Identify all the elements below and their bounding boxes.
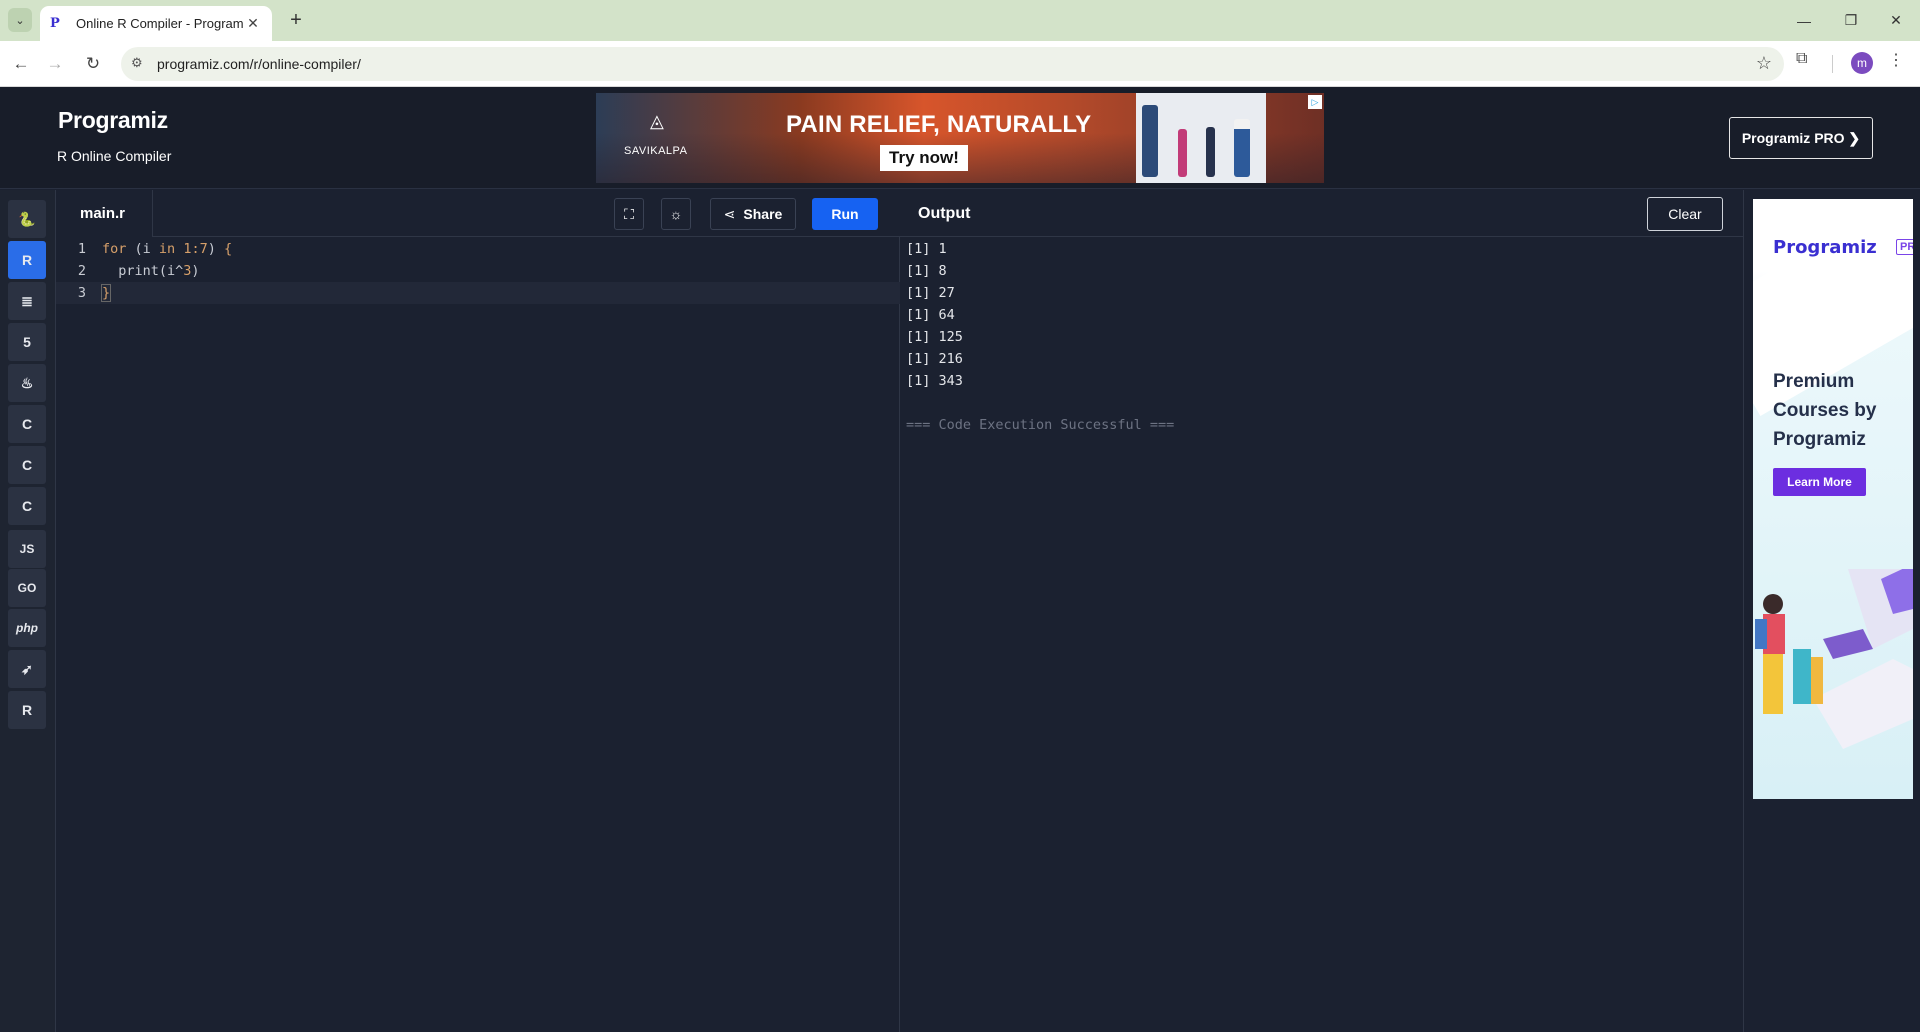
page-subtitle: R Online Compiler: [57, 148, 172, 164]
editor-toolbar: main.r ⛶ ☼ ⋖ Share Run: [56, 190, 900, 237]
lang-go-button[interactable]: GO: [8, 569, 46, 607]
output-line: [1] 27: [906, 285, 955, 301]
new-tab-icon[interactable]: +: [284, 9, 308, 33]
csharp-icon: C: [21, 498, 33, 514]
programiz-pro-button[interactable]: Programiz PRO ❯: [1729, 117, 1873, 159]
tab-title: Online R Compiler - Programiz: [76, 16, 244, 31]
output-toolbar: Output Clear: [900, 190, 1744, 237]
minimize-icon[interactable]: —: [1780, 0, 1828, 41]
lang-javascript-button[interactable]: JS: [8, 530, 46, 568]
lang-python-button[interactable]: 🐍: [8, 200, 46, 238]
lang-swift-button[interactable]: ➶: [8, 650, 46, 688]
lang-rust-button[interactable]: R: [8, 691, 46, 729]
restore-icon[interactable]: ❐: [1827, 0, 1875, 41]
output-line: [1] 343: [906, 373, 963, 389]
c-icon: C: [21, 416, 33, 432]
profile-avatar[interactable]: m: [1851, 52, 1873, 74]
top-ad-banner[interactable]: ◬ SAVIKALPA PAIN RELIEF, NATURALLY Try n…: [596, 93, 1324, 183]
php-icon: php: [16, 621, 38, 635]
python-icon: 🐍: [18, 210, 36, 227]
code-line: 1 for (i in 1:7) {: [56, 238, 900, 260]
url-text: programiz.com/r/online-compiler/: [157, 56, 361, 72]
ad-products-image: [1136, 93, 1266, 183]
reload-icon[interactable]: ↻: [80, 51, 106, 77]
browser-navbar: ← → ↻ ⚙ programiz.com/r/online-compiler/…: [0, 41, 1920, 87]
fullscreen-icon[interactable]: ⛶: [614, 198, 644, 230]
line-number: 1: [77, 241, 86, 257]
ad-illustration: [1755, 569, 1913, 749]
code-line-current: 3 }: [56, 282, 900, 304]
learn-more-button[interactable]: Learn More: [1773, 468, 1866, 496]
r-icon: R: [21, 252, 33, 268]
lang-java-button[interactable]: ♨: [8, 364, 46, 402]
code-area[interactable]: 1 for (i in 1:7) { 2 print(i^3) 3 }: [56, 238, 900, 304]
ad-brand: SAVIKALPA: [624, 145, 688, 157]
run-button[interactable]: Run: [812, 198, 878, 230]
browser-tab[interactable]: P Online R Compiler - Programiz ✕: [40, 6, 272, 41]
ad-info-icon[interactable]: ▷: [1308, 95, 1322, 109]
line-number: 2: [77, 263, 86, 279]
output-line: [1] 64: [906, 307, 955, 323]
programiz-favicon-icon: P: [50, 16, 60, 31]
address-bar[interactable]: ⚙ programiz.com/r/online-compiler/ ☆: [121, 47, 1784, 81]
javascript-icon: JS: [19, 542, 35, 556]
bookmark-star-icon[interactable]: ☆: [1756, 53, 1772, 74]
sql-icon: ≣: [21, 292, 33, 309]
ad-headline: PAIN RELIEF, NATURALLY: [786, 111, 1092, 138]
tab-search-icon[interactable]: ⌄: [8, 8, 32, 32]
code-text: for (i in 1:7) {: [102, 241, 233, 257]
code-editor-panel: main.r ⛶ ☼ ⋖ Share Run 1 for (i in 1:7) …: [56, 190, 900, 1032]
output-line: [1] 125: [906, 329, 963, 345]
go-icon: GO: [17, 581, 37, 595]
execution-status: === Code Execution Successful ===: [906, 417, 1175, 433]
site-info-icon[interactable]: ⚙: [131, 55, 143, 71]
lang-sql-button[interactable]: ≣: [8, 282, 46, 320]
ad-pro-badge: PRO: [1896, 239, 1913, 255]
output-panel: Output Clear [1] 1 [1] 8 [1] 27 [1] 64 […: [900, 190, 1744, 1032]
code-text: print(i^3): [102, 263, 200, 279]
lang-c-button[interactable]: C: [8, 405, 46, 443]
swift-icon: ➶: [21, 660, 33, 677]
forward-icon[interactable]: →: [42, 51, 68, 77]
tab-close-icon[interactable]: ✕: [244, 15, 262, 32]
java-icon: ♨: [20, 374, 34, 391]
line-number: 3: [77, 285, 86, 301]
rust-icon: R: [21, 702, 33, 718]
ad-drop-icon: ◬: [650, 111, 664, 131]
ad-text: Premium Courses by Programiz: [1773, 371, 1877, 450]
language-sidebar: 🐍 R ≣ 5 ♨ C C C JS GO php ➶ R: [0, 190, 56, 1032]
share-button[interactable]: ⋖ Share: [710, 198, 796, 230]
browser-tabstrip: ⌄ P Online R Compiler - Programiz ✕ + — …: [0, 0, 1920, 41]
lang-r-button[interactable]: R: [8, 241, 46, 279]
output-line: [1] 1: [906, 241, 947, 257]
ad-cta-button[interactable]: Try now!: [880, 145, 968, 171]
cpp-icon: C: [21, 457, 33, 473]
browser-menu-icon[interactable]: ⋮: [1888, 50, 1904, 70]
clear-button[interactable]: Clear: [1647, 197, 1723, 231]
theme-toggle-icon[interactable]: ☼: [661, 198, 691, 230]
share-icon: ⋖: [723, 205, 736, 222]
share-label: Share: [743, 206, 783, 222]
lang-html-button[interactable]: 5: [8, 323, 46, 361]
ad-programiz-logo: Programiz: [1773, 237, 1877, 258]
back-icon[interactable]: ←: [8, 51, 34, 77]
code-text: }: [100, 284, 112, 302]
output-console: [1] 1 [1] 8 [1] 27 [1] 64 [1] 125 [1] 21…: [906, 238, 1174, 436]
lang-php-button[interactable]: php: [8, 609, 46, 647]
output-line: [1] 216: [906, 351, 963, 367]
toolbar-separator: [1832, 55, 1833, 73]
site-header: Programiz R Online Compiler ◬ SAVIKALPA …: [0, 87, 1920, 189]
output-title: Output: [918, 205, 971, 222]
file-tab-main[interactable]: main.r: [56, 190, 153, 237]
extensions-icon[interactable]: ⧉: [1796, 50, 1807, 68]
html-icon: 5: [23, 334, 31, 350]
code-line: 2 print(i^3): [56, 260, 900, 282]
side-ad[interactable]: Programiz PRO Premium Courses by Program…: [1753, 199, 1913, 799]
lang-cpp-button[interactable]: C: [8, 446, 46, 484]
lang-csharp-button[interactable]: C: [8, 487, 46, 525]
output-line: [1] 8: [906, 263, 947, 279]
programiz-logo[interactable]: Programiz: [58, 107, 168, 134]
close-window-icon[interactable]: ✕: [1872, 0, 1920, 41]
